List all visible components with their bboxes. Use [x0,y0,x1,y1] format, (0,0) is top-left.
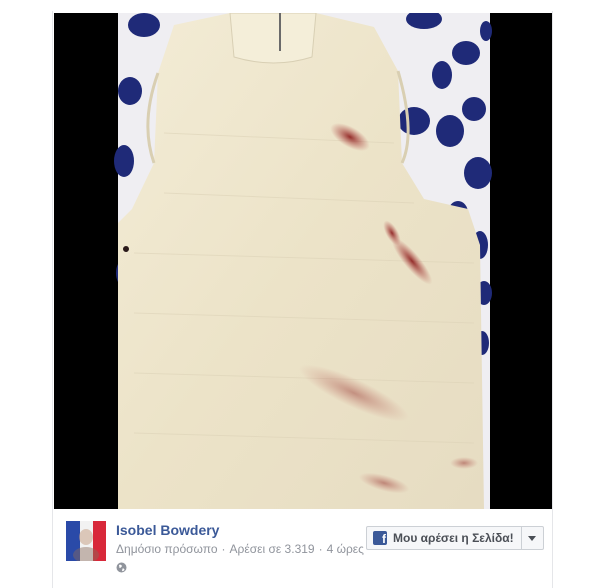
likes-count[interactable]: Αρέσει σε 3.319 [230,542,315,556]
facebook-post-embed: Isobel Bowdery Δημόσιο πρόσωπο · Αρέσει σε… [52,11,553,588]
like-page-button[interactable]: f Μου αρέσει η Σελίδα! [367,527,521,549]
page-name-link[interactable]: Isobel Bowdery [116,522,219,538]
photo-bloodstained-top [114,13,492,509]
like-page-control: f Μου αρέσει η Σελίδα! [366,526,544,550]
audience-label: Δημόσιο πρόσωπο [116,542,218,556]
chevron-down-icon [528,535,537,541]
globe-icon [116,560,127,573]
post-photo[interactable] [54,13,552,509]
separator: · [221,542,226,556]
facebook-icon: f [373,531,387,545]
post-footer: Isobel Bowdery Δημόσιο πρόσωπο · Αρέσει σε… [53,509,552,588]
post-meta: Δημόσιο πρόσωπο · Αρέσει σε 3.319 · 4 ώρες [116,542,364,556]
like-options-dropdown[interactable] [520,527,543,549]
french-flag-avatar-icon [66,521,106,561]
like-page-label: Μου αρέσει η Σελίδα! [393,531,514,545]
avatar[interactable] [66,521,106,561]
post-time-link[interactable]: 4 ώρες [327,542,364,556]
separator: · [318,542,323,556]
